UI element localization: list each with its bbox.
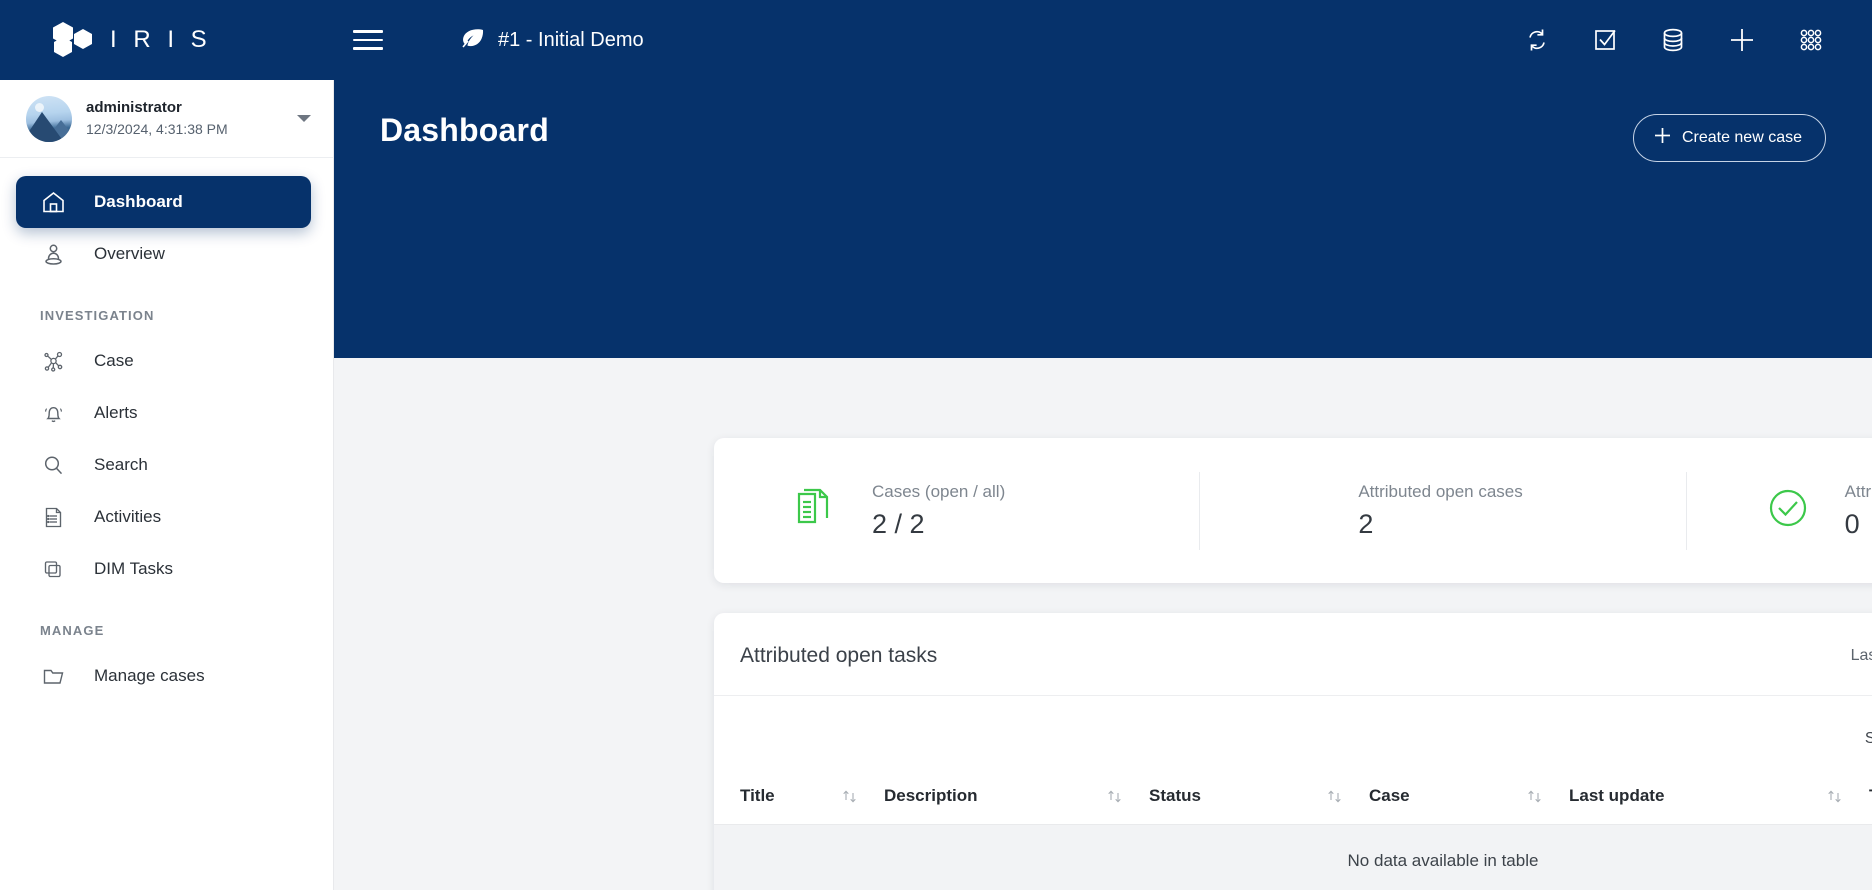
table-header-row: Title Description Status Case Last updat… [714, 770, 1872, 825]
user-name: administrator [86, 98, 182, 116]
sidebar: administrator 12/3/2024, 4:31:38 PM Dash… [0, 80, 334, 890]
sidebar-item-search[interactable]: Search [16, 439, 309, 491]
stat-cases: Cases (open / all) 2 / 2 [714, 472, 1199, 550]
main-content: Dashboard Create new case Cases (open / … [334, 80, 1872, 890]
sidebar-item-label: Search [94, 455, 148, 474]
leaf-icon [460, 27, 486, 54]
create-new-case-button[interactable]: Create new case [1632, 114, 1826, 162]
apps-grid-icon[interactable] [1796, 25, 1826, 55]
table-empty-row: No data available in table [714, 824, 1872, 890]
sidebar-section-manage: MANAGE [40, 623, 105, 638]
page-title: Dashboard [380, 112, 549, 148]
home-icon [40, 190, 66, 215]
column-header-description[interactable]: Description [884, 770, 1149, 825]
page-hero: Dashboard Create new case [334, 80, 1872, 358]
sync-icon[interactable] [1522, 25, 1552, 55]
panel-title: Attributed open tasks [740, 644, 938, 667]
column-header-title[interactable]: Title [714, 770, 884, 825]
column-label: Last update [1569, 786, 1665, 805]
current-case-label: #1 - Initial Demo [498, 28, 644, 51]
mountain-avatar [26, 95, 72, 142]
hexagon-logo [52, 20, 96, 60]
sidebar-section-investigation: INVESTIGATION [40, 308, 155, 323]
sidebar-item-activities[interactable]: Activities [16, 491, 309, 543]
bell-icon [40, 401, 66, 426]
sidebar-item-label: DIM Tasks [94, 559, 174, 578]
sidebar-item-case[interactable]: Case [16, 335, 309, 387]
user-profile[interactable]: administrator 12/3/2024, 4:31:38 PM [0, 80, 333, 158]
folder-icon [40, 664, 66, 689]
create-new-case-label: Create new case [1681, 129, 1802, 146]
sort-icon [1108, 789, 1121, 803]
top-bar-actions [1522, 24, 1872, 56]
sidebar-item-dashboard[interactable]: Dashboard [16, 176, 311, 228]
column-header-last-update[interactable]: Last update [1569, 770, 1869, 825]
column-header-case[interactable]: Case [1369, 770, 1569, 825]
sidebar-item-label: Case [94, 351, 134, 370]
sort-icon [1528, 789, 1541, 803]
sidebar-item-label: Overview [94, 244, 165, 263]
column-header-status[interactable]: Status [1149, 770, 1369, 825]
sidebar-item-label: Activities [94, 507, 162, 526]
chevron-down-icon[interactable] [297, 115, 311, 122]
top-bar: I R I S #1 - Initial Demo [0, 0, 1872, 80]
stat-value: 0 [1844, 508, 1860, 539]
hamburger-menu-icon[interactable] [338, 0, 398, 80]
copy-stack-icon [40, 557, 66, 582]
stat-attributed-open-tasks: Attributed open tasks 0 [1685, 471, 1872, 550]
tasks-table-head: Title Description Status Case Last updat… [714, 770, 1872, 825]
sidebar-item-label: Manage cases [94, 666, 205, 685]
stat-label: Attributed open cases [1358, 481, 1523, 501]
brand-area[interactable]: I R I S [0, 0, 334, 80]
sidebar-item-manage-cases[interactable]: Manage cases [16, 650, 309, 702]
column-label: Title [740, 786, 775, 805]
column-label: Case [1369, 786, 1410, 805]
network-nodes-icon [40, 349, 66, 374]
user-datetime: 12/3/2024, 4:31:38 PM [86, 121, 228, 138]
stats-card: Cases (open / all) 2 / 2 Attributed open… [714, 438, 1872, 583]
current-case-selector[interactable]: #1 - Initial Demo [460, 27, 644, 54]
last-updated-text: Last updated: 4:31:38 PM [1850, 647, 1872, 664]
column-label: Status [1149, 786, 1201, 805]
check-circle-icon [1765, 485, 1811, 536]
stat-attributed-open-cases: Attributed open cases 2 [1199, 471, 1685, 550]
brand-name: I R I S [110, 26, 212, 53]
sidebar-item-label: Dashboard [94, 192, 183, 211]
stat-label: Cases (open / all) [872, 481, 1006, 501]
stat-value: 2 [1358, 508, 1374, 539]
person-pin-icon [40, 242, 66, 267]
attributed-open-tasks-panel: Attributed open tasks Last updated: 4:31… [714, 613, 1872, 890]
magnifier-icon [40, 453, 66, 478]
search-label: Search: [1864, 730, 1872, 747]
sort-icon [843, 789, 856, 803]
plus-icon [1653, 126, 1672, 150]
stat-label: Attributed open tasks [1844, 481, 1872, 501]
sort-icon [1828, 789, 1841, 803]
tasks-table: Title Description Status Case Last updat… [714, 770, 1872, 890]
column-label: Description [884, 786, 978, 805]
sidebar-item-overview[interactable]: Overview [16, 228, 309, 280]
plus-icon[interactable] [1726, 24, 1758, 56]
documents-icon [792, 485, 838, 536]
sidebar-item-alerts[interactable]: Alerts [16, 387, 309, 439]
database-icon[interactable] [1658, 25, 1688, 55]
table-search-row: Search: [714, 696, 1872, 770]
tasks-table-body: No data available in table [714, 824, 1872, 890]
briefcase-icon [1278, 485, 1324, 536]
sidebar-item-label: Alerts [94, 403, 138, 422]
sidebar-nav: Dashboard Overview INVESTIGATION Case Al… [0, 158, 333, 702]
sidebar-item-dim-tasks[interactable]: DIM Tasks [16, 543, 309, 595]
document-list-icon [40, 505, 66, 530]
empty-message: No data available in table [714, 824, 1872, 890]
tasks-checkbox-icon[interactable] [1590, 25, 1620, 55]
sort-icon [1328, 789, 1341, 803]
stat-value: 2 / 2 [872, 508, 925, 539]
